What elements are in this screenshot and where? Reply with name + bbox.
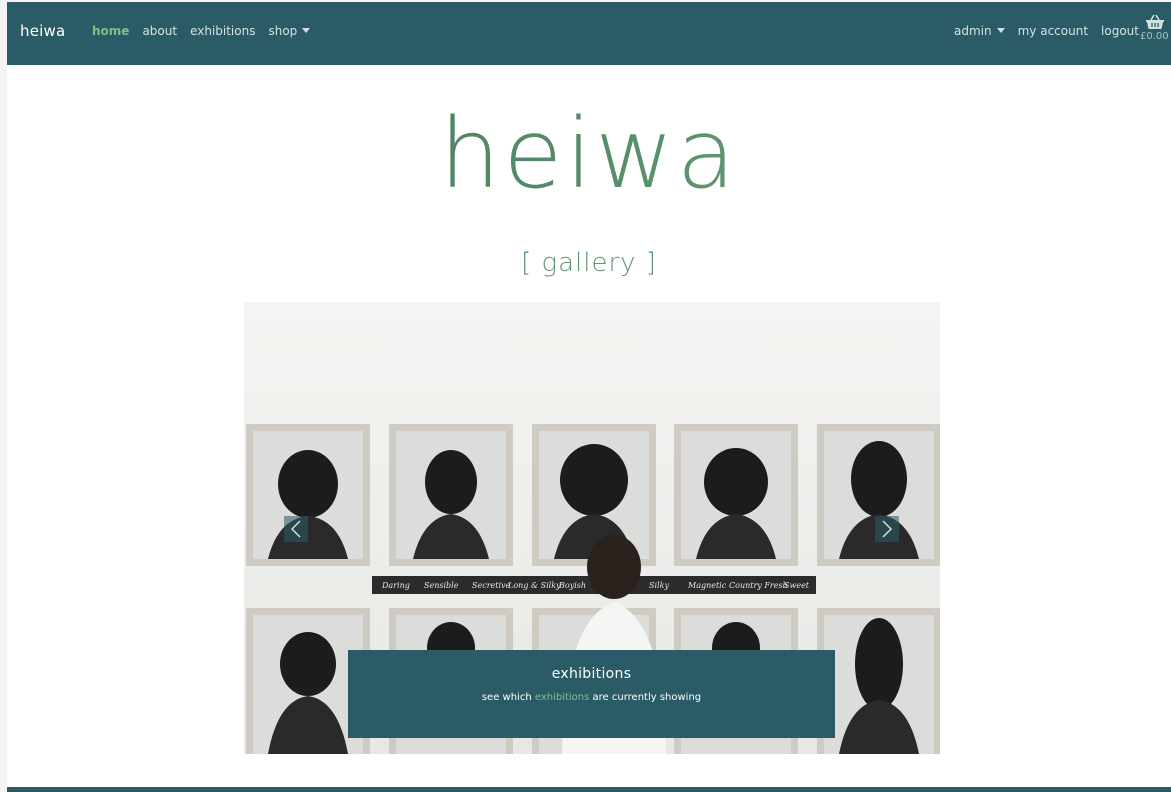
nav-shop-label: shop <box>268 24 298 38</box>
site-tagline: [ gallery ] <box>521 248 657 278</box>
carousel-next-button[interactable] <box>875 516 899 542</box>
basket-link[interactable]: £0.00 <box>1140 14 1171 42</box>
artwork-label: Magnetic <box>687 581 727 590</box>
carousel-caption: exhibitions see which exhibitions are cu… <box>348 650 835 738</box>
nav-logout[interactable]: logout <box>1101 24 1139 38</box>
nav-my-account[interactable]: my account <box>1018 24 1088 38</box>
nav-shop-dropdown[interactable]: shop <box>268 24 311 38</box>
artwork-label: Sweet <box>784 581 810 590</box>
caption-text-after: are currently showing <box>589 692 702 703</box>
hero-carousel: Daring Sensible Secretive Long & Silky B… <box>244 302 940 754</box>
brand-link[interactable]: heiwa <box>20 22 65 40</box>
artwork-label: Daring <box>381 581 410 590</box>
nav-exhibitions[interactable]: exhibitions <box>190 24 255 38</box>
exhibitions-link[interactable]: exhibitions <box>535 692 590 703</box>
navbar: heiwa home about exhibitions shop admin … <box>7 2 1171 65</box>
artwork-label: Silky <box>649 581 669 590</box>
nav-admin-label: admin <box>954 24 992 38</box>
frame-row-top <box>246 424 940 566</box>
page: heiwa home about exhibitions shop admin … <box>7 2 1171 792</box>
nav-admin-dropdown[interactable]: admin <box>954 24 1005 38</box>
footer-bar <box>7 787 1171 792</box>
caption-text-before: see which <box>481 692 535 703</box>
basket-icon <box>1146 14 1164 29</box>
artwork-label: Boyish <box>558 581 586 590</box>
artwork-label: Long & Silky <box>507 581 561 590</box>
artwork-label: Country Fresh <box>729 581 788 590</box>
account-nav: admin my account logout <box>954 24 1139 38</box>
nav-about[interactable]: about <box>142 24 177 38</box>
caption-text: see which exhibitions are currently show… <box>348 692 835 703</box>
caption-title: exhibitions <box>551 666 632 682</box>
chevron-down-icon <box>302 28 311 33</box>
nav-home[interactable]: home <box>92 24 129 38</box>
main-nav: home about exhibitions shop <box>92 24 311 38</box>
chevron-left-icon <box>291 520 301 538</box>
artwork-label: Secretive <box>472 581 511 590</box>
site-logo: heiwa <box>7 94 1171 214</box>
chevron-down-icon <box>996 28 1005 33</box>
basket-total: £0.00 <box>1140 31 1169 42</box>
artwork-label: Sensible <box>424 581 459 590</box>
chevron-right-icon <box>882 520 892 538</box>
carousel-prev-button[interactable] <box>284 516 308 542</box>
